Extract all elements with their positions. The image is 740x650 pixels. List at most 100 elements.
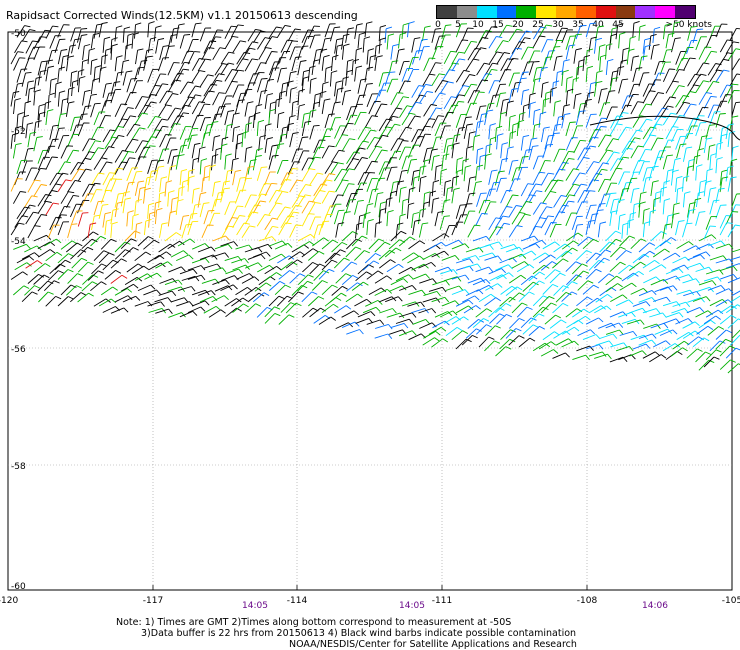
wind-barb-flag-1637 [622, 294, 628, 299]
wind-barb-1400 [168, 266, 182, 273]
wind-barb-1221 [374, 223, 377, 238]
wind-barb-flag-500 [436, 107, 443, 110]
wind-barb-1432 [516, 264, 530, 273]
wind-barb-649 [618, 126, 627, 140]
wind-barb-868 [126, 167, 133, 182]
wind-barb-flag-482 [238, 99, 245, 101]
wind-barb-354 [280, 83, 284, 98]
wind-barb-1287 [374, 241, 386, 253]
wind-barb-flag-1273 [233, 241, 238, 247]
wind-barb-flag-895 [420, 165, 427, 168]
wind-barb-915 [642, 167, 648, 182]
wind-barb-flag-1030 [453, 187, 460, 190]
wind-barb-flag-884 [309, 168, 316, 171]
wind-barb-flag-281 [207, 74, 214, 77]
wind-barb-233 [398, 61, 405, 76]
wind-barb-flag-716 [634, 137, 641, 140]
wind-barb-1390 [54, 259, 66, 271]
wind-barb-136 [57, 50, 62, 65]
wind-barb-flag-1599 [204, 300, 210, 306]
wind-barb-flag-797 [77, 162, 84, 165]
wind-barb-flag-57 [639, 24, 646, 28]
wind-barb-flag-642 [543, 126, 550, 129]
wind-barb-1252 [719, 222, 727, 236]
wind-barb-flag-376 [520, 77, 527, 80]
wind-barb-flag-400 [59, 90, 66, 94]
wind-barb-flag-812 [232, 157, 239, 161]
wind-barb-1582 [715, 288, 729, 295]
wind-barb-flag-422 [298, 88, 305, 92]
wind-barb-238 [451, 58, 460, 72]
wind-barb-flag-578 [564, 113, 571, 116]
wind-barb-495 [374, 103, 382, 117]
wind-barb-490 [321, 100, 325, 115]
wind-barb-flag-1468 [200, 274, 206, 281]
wind-barb-flag-1804 [703, 337, 710, 342]
wind-barb-1778 [715, 329, 727, 340]
wind-barb-flag-971 [535, 183, 542, 186]
wind-barb-704 [496, 135, 499, 150]
wind-barb-73 [90, 34, 94, 49]
wind-barb-flag-517 [625, 104, 632, 107]
wind-barb-flag-1792 [573, 340, 579, 346]
wind-barb-flag-1003 [159, 191, 166, 195]
wind-barb-1079 [268, 202, 277, 216]
wind-barb-449 [598, 89, 602, 104]
wind-barb-flag-1096 [460, 204, 467, 206]
wind-barb-263 [731, 58, 740, 71]
wind-barb-592 [715, 113, 721, 128]
wind-barb-1567 [553, 285, 564, 296]
wind-barb-flag-35 [403, 22, 410, 26]
wind-barb-flag-220 [260, 62, 267, 64]
wind-barb-856 [715, 159, 718, 174]
wind-barb-1482 [341, 275, 353, 286]
wind-barb-1196 [104, 221, 107, 236]
wind-barb-flag-1428 [488, 266, 494, 272]
wind-barb-flag-522 [683, 101, 690, 104]
wind-barb-198 [13, 57, 20, 71]
wind-barb-163 [354, 49, 357, 64]
wind-barb-flag-65 [736, 27, 740, 30]
wind-barb-575 [532, 111, 535, 126]
wind-barb-flag-1100 [506, 206, 513, 208]
wind-barb-1487 [395, 274, 409, 282]
wind-barb-flag-1395 [121, 258, 127, 262]
wind-barb-flag-186 [606, 43, 613, 46]
wind-barb-70 [54, 39, 60, 53]
wind-barb-1177 [617, 215, 621, 230]
wind-barb-1626 [484, 297, 497, 307]
wind-barb-1826 [698, 359, 710, 371]
wind-barb-flag-1068 [148, 202, 155, 206]
wind-barb-1469 [201, 278, 216, 284]
wind-barb-flag-1102 [526, 201, 533, 204]
wind-barb-1641 [653, 296, 667, 302]
wind-barb-flag-1392 [87, 261, 94, 265]
wind-barb-flag-1035 [512, 194, 519, 197]
wind-barb-flag-189 [645, 44, 652, 48]
wind-barb-flag-113 [539, 35, 546, 38]
wind-barb-flag-1483 [366, 271, 372, 276]
wind-barb-1172 [565, 212, 572, 227]
wind-barb-267 [45, 67, 49, 82]
wind-barb-487 [291, 102, 294, 117]
wind-barb-flag-273 [117, 71, 124, 74]
wind-barb-1673 [386, 312, 401, 318]
wind-barb-148 [187, 51, 195, 65]
wind-barb-458 [698, 92, 707, 105]
wind-barb-1825 [725, 347, 737, 359]
wind-barb-222 [274, 57, 281, 71]
wind-barb-435 [443, 96, 452, 110]
wind-barb-349 [225, 81, 233, 95]
wind-barb-flag-1407 [257, 262, 263, 268]
wind-barb-1043 [599, 194, 605, 208]
wind-barb-flag-1058 [45, 200, 52, 203]
wind-barb-779 [599, 149, 608, 163]
wind-barb-41 [461, 27, 469, 42]
wind-barb-flag-274 [126, 70, 133, 73]
wind-barb-1450 [719, 265, 734, 272]
wind-barb-flag-563 [409, 112, 416, 115]
wind-barb-771 [505, 148, 509, 163]
wind-barb-1805 [709, 340, 721, 352]
wind-barb-1823 [705, 349, 717, 361]
wind-barb-flag-1523 [76, 285, 82, 289]
